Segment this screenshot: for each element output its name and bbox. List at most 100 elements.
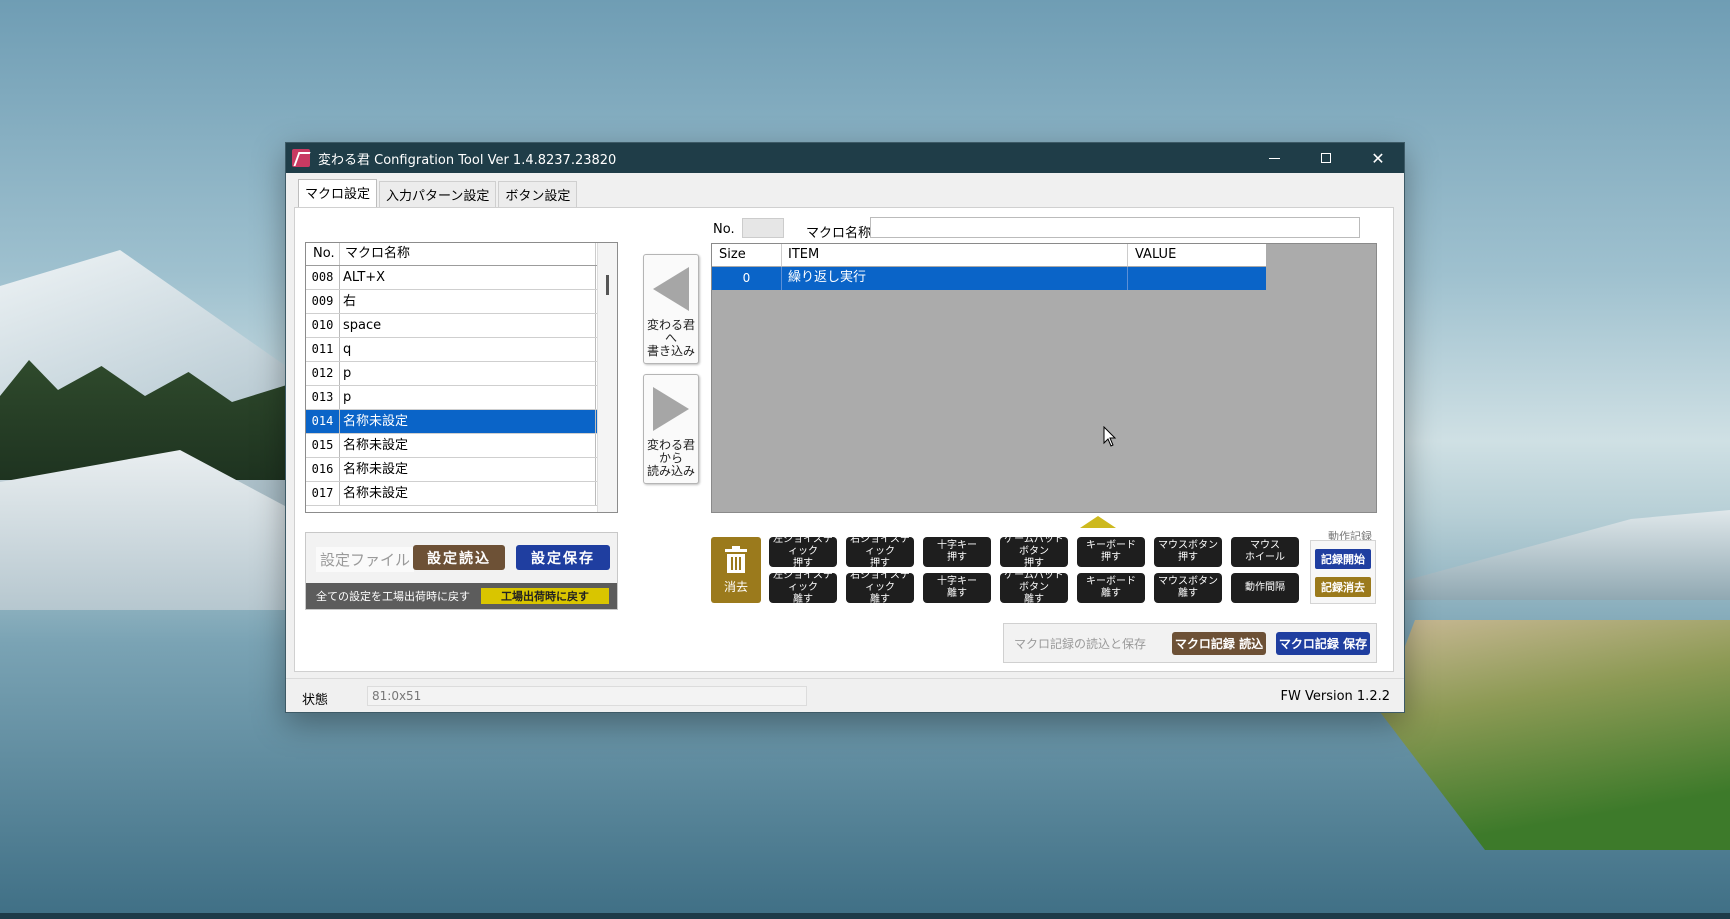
mouse-button-release-button[interactable]: マウスボタン 離す bbox=[1154, 573, 1222, 603]
dpad-press-button[interactable]: 十字キー 押す bbox=[923, 537, 991, 567]
close-button[interactable]: ✕ bbox=[1352, 143, 1404, 173]
macro-name-label: マクロ名称 bbox=[806, 226, 872, 241]
list-item-no: 011 bbox=[306, 338, 340, 361]
macro-name-input[interactable] bbox=[870, 217, 1360, 238]
list-item[interactable]: 015 名称未設定 bbox=[306, 434, 617, 458]
maximize-button[interactable] bbox=[1300, 143, 1352, 173]
list-item-no: 014 bbox=[306, 410, 340, 433]
list-item[interactable]: 013 p bbox=[306, 386, 617, 410]
maximize-icon bbox=[1321, 153, 1331, 163]
list-item-no: 013 bbox=[306, 386, 340, 409]
column-header-value[interactable]: VALUE bbox=[1128, 244, 1266, 267]
macro-file-label: マクロ記録の読込と保存 bbox=[1014, 637, 1147, 651]
list-item-name: 名称未設定 bbox=[340, 410, 596, 433]
tab-strip: マクロ設定 入力パターン設定 ボタン設定 bbox=[298, 179, 578, 207]
macro-file-panel: マクロ記録の読込と保存 マクロ記録 読込 マクロ記録 保存 bbox=[1003, 623, 1377, 663]
load-settings-button[interactable]: 設定読込 bbox=[413, 545, 505, 570]
factory-reset-text: 全ての設定を工場出荷時に戻す bbox=[316, 590, 470, 603]
list-item-no: 012 bbox=[306, 362, 340, 385]
dpad-release-button[interactable]: 十字キー 離す bbox=[923, 573, 991, 603]
table-cell-size: 0 bbox=[712, 267, 782, 290]
column-header-item[interactable]: ITEM bbox=[782, 244, 1128, 267]
item-table-header: Size ITEM VALUE bbox=[712, 244, 1266, 267]
list-item-name: q bbox=[340, 338, 596, 361]
table-row[interactable]: 0 繰り返し実行 bbox=[712, 267, 1266, 290]
arrow-left-icon bbox=[653, 267, 689, 311]
list-item-no: 015 bbox=[306, 434, 340, 457]
list-item[interactable]: 016 名称未設定 bbox=[306, 458, 617, 482]
action-interval-button[interactable]: 動作間隔 bbox=[1231, 573, 1299, 603]
mouse-button-press-button[interactable]: マウスボタン 押す bbox=[1154, 537, 1222, 567]
list-item-name: 名称未設定 bbox=[340, 434, 596, 457]
write-to-device-button[interactable]: 変わる君 へ 書き込み bbox=[643, 254, 699, 364]
table-cell-value bbox=[1128, 267, 1266, 290]
delete-label: 消去 bbox=[723, 579, 748, 594]
scrollbar-thumb[interactable] bbox=[606, 275, 609, 295]
fw-version: FW Version 1.2.2 bbox=[1280, 689, 1390, 704]
right-stick-press-button[interactable]: 右ジョイスティック 押す bbox=[846, 534, 914, 569]
right-stick-release-button[interactable]: 右ジョイスティック 離す bbox=[846, 570, 914, 605]
list-item[interactable]: 017 名称未設定 bbox=[306, 482, 617, 506]
list-item-no: 016 bbox=[306, 458, 340, 481]
factory-reset-bar: 全ての設定を工場出荷時に戻す 工場出荷時に戻す bbox=[306, 583, 617, 609]
record-start-button[interactable]: 記録開始 bbox=[1315, 549, 1371, 569]
status-bar: 状態 81:0x51 FW Version 1.2.2 bbox=[286, 678, 1404, 712]
settings-file-panel: 設定ファイル 設定読込 設定保存 全ての設定を工場出荷時に戻す 工場出荷時に戻す bbox=[305, 532, 618, 610]
list-item[interactable]: 010 space bbox=[306, 314, 617, 338]
macro-item-table[interactable]: Size ITEM VALUE 0 繰り返し実行 bbox=[711, 243, 1377, 513]
gamepad-button-press-button[interactable]: ゲームパッドボタン 押す bbox=[1000, 534, 1068, 569]
load-macro-record-button[interactable]: マクロ記録 読込 bbox=[1172, 632, 1266, 655]
keyboard-press-button[interactable]: キーボード 押す bbox=[1077, 537, 1145, 567]
minimize-button[interactable] bbox=[1248, 143, 1300, 173]
table-cell-item: 繰り返し実行 bbox=[782, 267, 1128, 290]
save-settings-button[interactable]: 設定保存 bbox=[516, 545, 610, 570]
list-item[interactable]: 012 p bbox=[306, 362, 617, 386]
title-bar[interactable]: 変わる君 Configration Tool Ver 1.4.8237.2382… bbox=[286, 143, 1404, 173]
list-item[interactable]: 009 右 bbox=[306, 290, 617, 314]
arrow-right-icon bbox=[653, 387, 689, 431]
window-title: 変わる君 Configration Tool Ver 1.4.8237.2382… bbox=[318, 152, 617, 168]
macro-no-field[interactable] bbox=[742, 218, 784, 238]
list-item-name: p bbox=[340, 386, 596, 409]
list-item-name: 名称未設定 bbox=[340, 458, 596, 481]
write-to-device-label: 変わる君 へ 書き込み bbox=[646, 318, 695, 358]
macro-list-scrollbar[interactable] bbox=[597, 243, 617, 512]
desktop-grass bbox=[1380, 620, 1730, 850]
macro-list[interactable]: No. マクロ名称 008 ALT+X 009 右 010 space 011 q 01… bbox=[305, 242, 618, 513]
list-item[interactable]: 008 ALT+X bbox=[306, 266, 617, 290]
status-value: 81:0x51 bbox=[367, 686, 807, 706]
left-stick-press-button[interactable]: 左ジョイスティック 押す bbox=[769, 534, 837, 569]
list-item-name: space bbox=[340, 314, 596, 337]
mouse-wheel-button[interactable]: マウス ホイール bbox=[1231, 537, 1299, 567]
macro-no-label: No. bbox=[713, 222, 735, 237]
list-item-name: ALT+X bbox=[340, 266, 596, 289]
tab-button-settings[interactable]: ボタン設定 bbox=[498, 181, 578, 207]
list-item-no: 008 bbox=[306, 266, 340, 289]
status-label: 状態 bbox=[302, 693, 329, 708]
column-header-name[interactable]: マクロ名称 bbox=[340, 243, 596, 265]
list-item-selected[interactable]: 014 名称未設定 bbox=[306, 410, 617, 434]
factory-reset-button[interactable]: 工場出荷時に戻す bbox=[481, 588, 609, 604]
list-item-name: p bbox=[340, 362, 596, 385]
list-item-no: 009 bbox=[306, 290, 340, 313]
list-item-no: 017 bbox=[306, 482, 340, 505]
column-header-no[interactable]: No. bbox=[306, 243, 340, 265]
tab-input-pattern-settings[interactable]: 入力パターン設定 bbox=[379, 181, 497, 207]
tab-macro-settings[interactable]: マクロ設定 bbox=[298, 179, 378, 207]
keyboard-release-button[interactable]: キーボード 離す bbox=[1077, 573, 1145, 603]
taskbar-edge bbox=[0, 913, 1730, 919]
record-clear-button[interactable]: 記録消去 bbox=[1315, 577, 1371, 597]
gamepad-button-release-button[interactable]: ゲームパッドボタン 離す bbox=[1000, 570, 1068, 605]
app-window: 変わる君 Configration Tool Ver 1.4.8237.2382… bbox=[285, 142, 1405, 713]
save-macro-record-button[interactable]: マクロ記録 保存 bbox=[1276, 632, 1370, 655]
trash-icon bbox=[725, 545, 747, 573]
action-record-box: 記録開始 記録消去 bbox=[1310, 540, 1376, 604]
app-icon bbox=[292, 149, 310, 167]
mouse-cursor-icon bbox=[1103, 426, 1117, 447]
column-header-size[interactable]: Size bbox=[712, 244, 782, 267]
left-stick-release-button[interactable]: 左ジョイスティック 離す bbox=[769, 570, 837, 605]
list-item[interactable]: 011 q bbox=[306, 338, 617, 362]
delete-button[interactable]: 消去 bbox=[711, 537, 761, 603]
read-from-device-button[interactable]: 変わる君 から 読み込み bbox=[643, 374, 699, 484]
move-up-arrow-icon[interactable] bbox=[1080, 516, 1116, 528]
